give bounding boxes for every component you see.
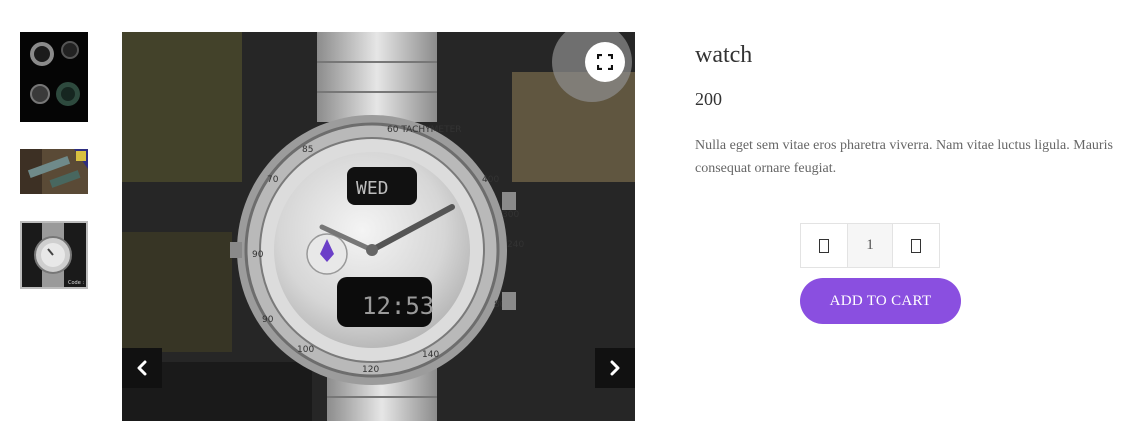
silver-watch-thumbnail-image: Code : 7903	[22, 223, 86, 287]
svg-text:70: 70	[267, 175, 279, 185]
next-image-button[interactable]	[595, 348, 635, 388]
svg-text:90: 90	[262, 315, 274, 325]
svg-text:400: 400	[482, 175, 499, 185]
quantity-increment-button[interactable]	[893, 224, 939, 267]
thumbnail-2[interactable]	[20, 149, 88, 194]
svg-text:Code : 7903: Code : 7903	[68, 280, 86, 286]
svg-text:85: 85	[302, 145, 313, 155]
svg-text:WED: WED	[356, 178, 389, 199]
thumbnail-3[interactable]: Code : 7903	[20, 221, 88, 289]
chevron-left-icon	[137, 360, 147, 376]
svg-text:60 TACHYMETER: 60 TACHYMETER	[387, 125, 462, 135]
main-product-image: WED 12:53 60 TACHYMETER 85 70 400 300 24…	[122, 32, 635, 421]
chevron-right-icon	[610, 360, 620, 376]
product-description: Nulla eget sem vitae eros pharetra viver…	[695, 138, 1113, 176]
svg-text:300: 300	[502, 210, 519, 220]
plus-icon	[911, 238, 921, 253]
add-to-cart-button[interactable]: ADD TO CART	[800, 278, 961, 324]
watch-set-thumbnail-image	[20, 32, 88, 122]
svg-text:120: 120	[362, 365, 379, 375]
minus-icon	[819, 238, 829, 253]
previous-image-button[interactable]	[122, 348, 162, 388]
svg-text:12:53: 12:53	[362, 292, 434, 320]
thumbnail-1[interactable]	[20, 32, 88, 122]
watch-strap-thumbnail-image	[20, 149, 88, 194]
fullscreen-button[interactable]	[585, 42, 625, 82]
expand-icon	[597, 54, 613, 70]
quantity-stepper: 1	[800, 223, 940, 268]
svg-text:240: 240	[507, 240, 524, 250]
quantity-decrement-button[interactable]	[801, 224, 847, 267]
svg-text:100: 100	[297, 345, 314, 355]
svg-text:140: 140	[422, 350, 439, 360]
quantity-value[interactable]: 1	[847, 224, 893, 267]
product-title: watch	[695, 42, 753, 68]
product-price: 200	[695, 89, 722, 109]
svg-text:90: 90	[252, 250, 264, 260]
watch-photo: WED 12:53 60 TACHYMETER 85 70 400 300 24…	[122, 32, 635, 421]
